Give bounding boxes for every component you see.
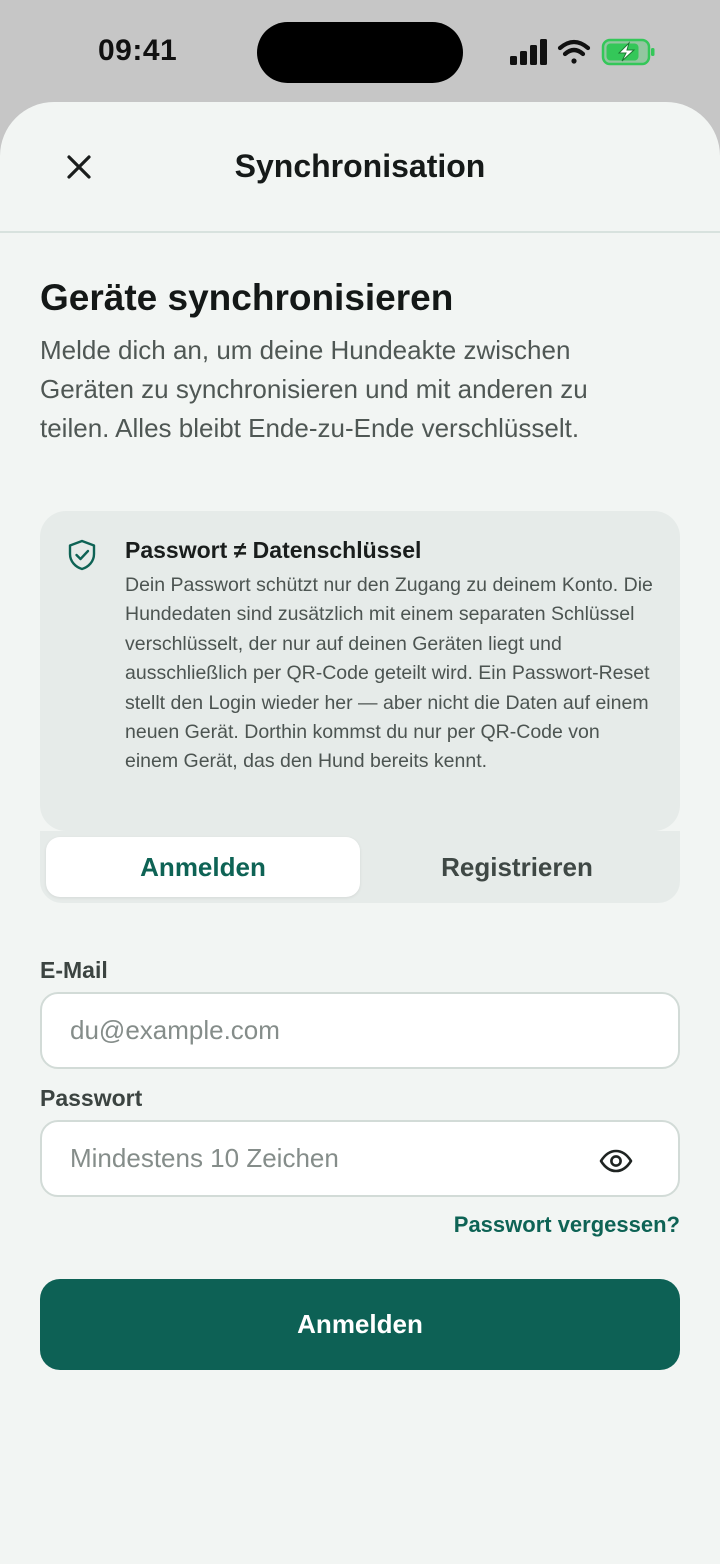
email-label: E-Mail: [40, 957, 108, 983]
password-label: Passwort: [40, 1085, 143, 1111]
info-body: Dein Passwort schützt nur den Zugang zu …: [125, 574, 653, 773]
headline: Geräte synchronisieren: [40, 277, 454, 318]
dynamic-island: [257, 22, 463, 83]
auth-mode-segmented-control: Anmelden Registrieren: [40, 831, 680, 903]
intro-text: Melde dich an, um deine Hundeakte zwisch…: [40, 335, 588, 443]
intro-section: Geräte synchronisieren Melde dich an, um…: [40, 275, 680, 448]
tab-registrieren[interactable]: Registrieren: [360, 837, 674, 897]
wifi-icon: [557, 39, 591, 64]
shield-check-icon: [68, 539, 96, 571]
status-bar: 09:41: [0, 0, 720, 104]
info-title: Passwort ≠ Datenschlüssel: [125, 537, 422, 563]
login-button[interactable]: Anmelden: [40, 1279, 680, 1370]
status-time: 09:41: [98, 34, 178, 67]
info-card: Passwort ≠ Datenschlüssel Dein Passwort …: [40, 511, 680, 831]
status-icons: [508, 36, 658, 68]
battery-charging-icon: [601, 38, 655, 66]
page-title: Synchronisation: [234, 148, 486, 184]
tab-anmelden[interactable]: Anmelden: [46, 837, 360, 897]
sync-sheet: Synchronisation Geräte synchronisieren M…: [0, 102, 720, 1564]
email-field[interactable]: [40, 992, 680, 1069]
eye-icon: [599, 1149, 633, 1173]
cellular-signal-icon: [510, 39, 547, 65]
sheet-header: Synchronisation: [0, 102, 720, 233]
forgot-password-link[interactable]: Passwort vergessen?: [454, 1212, 680, 1238]
show-password-button[interactable]: [596, 1146, 636, 1176]
password-field[interactable]: [40, 1120, 680, 1197]
